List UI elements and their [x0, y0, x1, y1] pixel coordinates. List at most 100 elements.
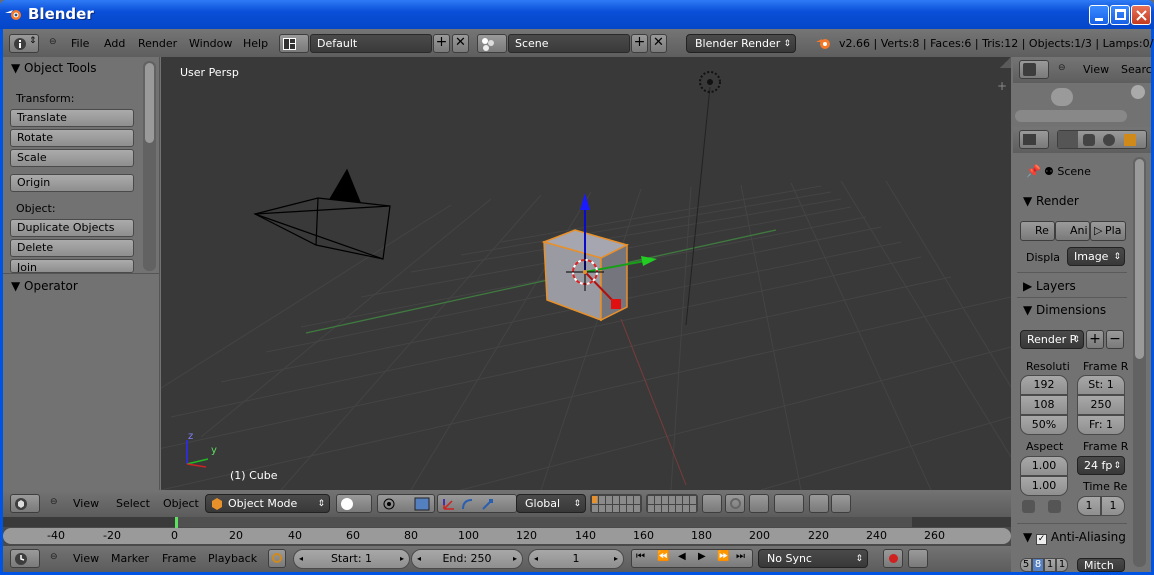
menu-window[interactable]: Window	[189, 37, 232, 50]
record-icon[interactable]	[883, 549, 903, 568]
minimize-button[interactable]	[1089, 5, 1109, 25]
join-button[interactable]: Join	[10, 259, 134, 273]
manipulator-toggle-icon[interactable]	[414, 497, 430, 511]
object-tab-icon[interactable]	[1124, 134, 1136, 146]
scene-tab-icon[interactable]	[1083, 134, 1095, 146]
aa-samples-16[interactable]: 1	[1056, 558, 1068, 572]
layout-selector[interactable]	[279, 34, 309, 53]
frame-rate-dropdown[interactable]: 24 fp ⇕	[1077, 456, 1125, 475]
scene-name-field[interactable]: Scene	[508, 34, 630, 53]
jump-end-icon[interactable]: ⏭	[736, 551, 745, 562]
3d-viewport[interactable]: z y User Persp (1) Cube +	[161, 57, 1011, 490]
start-frame-field[interactable]: Start: 1 ◂ ▸	[293, 549, 410, 569]
keying-set-icon[interactable]	[908, 549, 928, 568]
scene-selector[interactable]	[477, 34, 507, 53]
camera-object[interactable]	[253, 168, 391, 260]
menu-object[interactable]: Object	[163, 497, 199, 510]
aa-samples-5[interactable]: 5	[1020, 558, 1032, 572]
scale-button[interactable]: Scale	[10, 149, 134, 167]
proportional-edit-icon[interactable]	[725, 494, 745, 513]
world-tab-icon[interactable]	[1103, 134, 1115, 146]
current-frame-field[interactable]: 1 ◂ ▸	[528, 549, 624, 569]
editor-type-button[interactable]	[10, 549, 40, 568]
layout-name-field[interactable]: Default	[310, 34, 432, 53]
frame-step-field[interactable]: Fr: 1	[1077, 415, 1125, 435]
render-engine-dropdown[interactable]: Blender Render ⇕	[686, 34, 796, 53]
aspect-y-field[interactable]: 1.00	[1020, 476, 1068, 496]
area-split-corner[interactable]	[1000, 57, 1011, 68]
play-icon[interactable]: ▶	[698, 551, 706, 562]
rotate-manipulator-icon[interactable]	[460, 497, 474, 511]
menu-file[interactable]: File	[71, 37, 89, 50]
menu-render[interactable]: Render	[138, 37, 177, 50]
restrict-toggle[interactable]	[1131, 85, 1145, 99]
resolution-percent-field[interactable]: 50%	[1020, 415, 1068, 435]
object-tools-header[interactable]: ▼ Object Tools	[11, 61, 97, 75]
editor-type-button[interactable]: ⇕	[9, 34, 39, 53]
duplicate-objects-button[interactable]: Duplicate Objects	[10, 219, 134, 237]
time-remap-old-field[interactable]: 1	[1077, 496, 1101, 516]
aa-samples-8[interactable]: 8	[1032, 558, 1044, 572]
operator-panel-header[interactable]: ▼ Operator	[11, 279, 78, 293]
snap-element-dropdown[interactable]	[774, 494, 804, 513]
use-preview-range-icon[interactable]	[268, 549, 286, 568]
editor-type-button[interactable]	[10, 494, 40, 513]
frame-end-field[interactable]: 250	[1077, 395, 1125, 415]
anti-aliasing-checkbox[interactable]: ✓	[1036, 534, 1048, 545]
add-scene-icon[interactable]: +	[631, 34, 648, 53]
play-animation-button[interactable]: ▷ Pla	[1090, 221, 1126, 241]
render-image-button[interactable]: Re	[1020, 221, 1055, 241]
aa-filter-dropdown[interactable]: Mitch	[1077, 558, 1125, 572]
menu-frame[interactable]: Frame	[162, 552, 196, 565]
display-dropdown[interactable]: Image ⇕	[1067, 247, 1125, 266]
render-presets-dropdown[interactable]: Render P ⇕	[1020, 330, 1084, 349]
manipulator-buttons[interactable]	[437, 494, 517, 513]
collapse-menu-icon[interactable]: ⊖	[1058, 63, 1066, 73]
prev-keyframe-icon[interactable]: ⏪	[657, 551, 669, 562]
play-reverse-icon[interactable]: ◀	[678, 551, 686, 562]
render-tab-icon[interactable]	[1058, 131, 1078, 148]
translate-manipulator-icon[interactable]	[441, 497, 455, 511]
collapse-menu-icon[interactable]: ⊖	[50, 497, 58, 507]
menu-view[interactable]: View	[1083, 63, 1109, 76]
menu-view[interactable]: View	[73, 497, 99, 510]
dimensions-panel-header[interactable]: ▼ Dimensions	[1023, 303, 1106, 317]
jump-start-icon[interactable]: ⏮	[636, 551, 645, 562]
outliner-scrollbar[interactable]	[1015, 110, 1127, 122]
close-button[interactable]	[1131, 5, 1151, 25]
next-keyframe-icon[interactable]: ⏩	[717, 551, 729, 562]
timeline-scrollbar[interactable]	[3, 528, 1011, 544]
pin-icon[interactable]: 📌	[1026, 164, 1041, 178]
render-panel-header[interactable]: ▼ Render	[1023, 194, 1079, 208]
orientation-dropdown[interactable]: Global ⇕	[516, 494, 586, 513]
playback-controls[interactable]: ⏮ ⏪ ◀ ▶ ⏩ ⏭	[631, 549, 753, 568]
lock-camera-icon[interactable]	[702, 494, 722, 513]
collapse-menu-icon[interactable]: ⊖	[49, 37, 57, 47]
time-remap-new-field[interactable]: 1	[1101, 496, 1125, 516]
editor-type-button[interactable]	[1019, 130, 1049, 149]
render-opengl-icon[interactable]	[809, 494, 829, 513]
scale-manipulator-icon[interactable]	[480, 497, 494, 511]
layers-panel-header[interactable]: ▶ Layers	[1023, 279, 1076, 293]
render-animation-opengl-icon[interactable]	[831, 494, 851, 513]
search-label[interactable]: Searc	[1121, 63, 1152, 76]
timeline-area[interactable]: -40 -20 0 20 40 60 80 100 120 140 160 18…	[3, 517, 1011, 546]
anti-aliasing-panel-header[interactable]: ▼ ✓ Anti-Aliasing	[1023, 530, 1126, 545]
menu-help[interactable]: Help	[243, 37, 268, 50]
crop-checkbox[interactable]	[1048, 500, 1061, 513]
mode-dropdown[interactable]: Object Mode ⇕	[205, 494, 330, 513]
remove-layout-icon[interactable]: ✕	[452, 34, 469, 53]
properties-toggle-icon[interactable]: +	[997, 79, 1007, 93]
border-checkbox[interactable]	[1022, 500, 1035, 513]
add-preset-icon[interactable]: +	[1086, 330, 1104, 349]
render-animation-button[interactable]: Ani	[1055, 221, 1090, 241]
aa-samples-11[interactable]: 1	[1044, 558, 1056, 572]
frame-start-field[interactable]: St: 1	[1077, 375, 1125, 395]
delete-button[interactable]: Delete	[10, 239, 134, 257]
menu-marker[interactable]: Marker	[111, 552, 149, 565]
shading-dropdown[interactable]	[336, 494, 372, 513]
origin-button[interactable]: Origin	[10, 174, 134, 192]
editor-type-button[interactable]	[1019, 60, 1049, 79]
menu-playback[interactable]: Playback	[208, 552, 257, 565]
maximize-button[interactable]	[1110, 5, 1130, 25]
